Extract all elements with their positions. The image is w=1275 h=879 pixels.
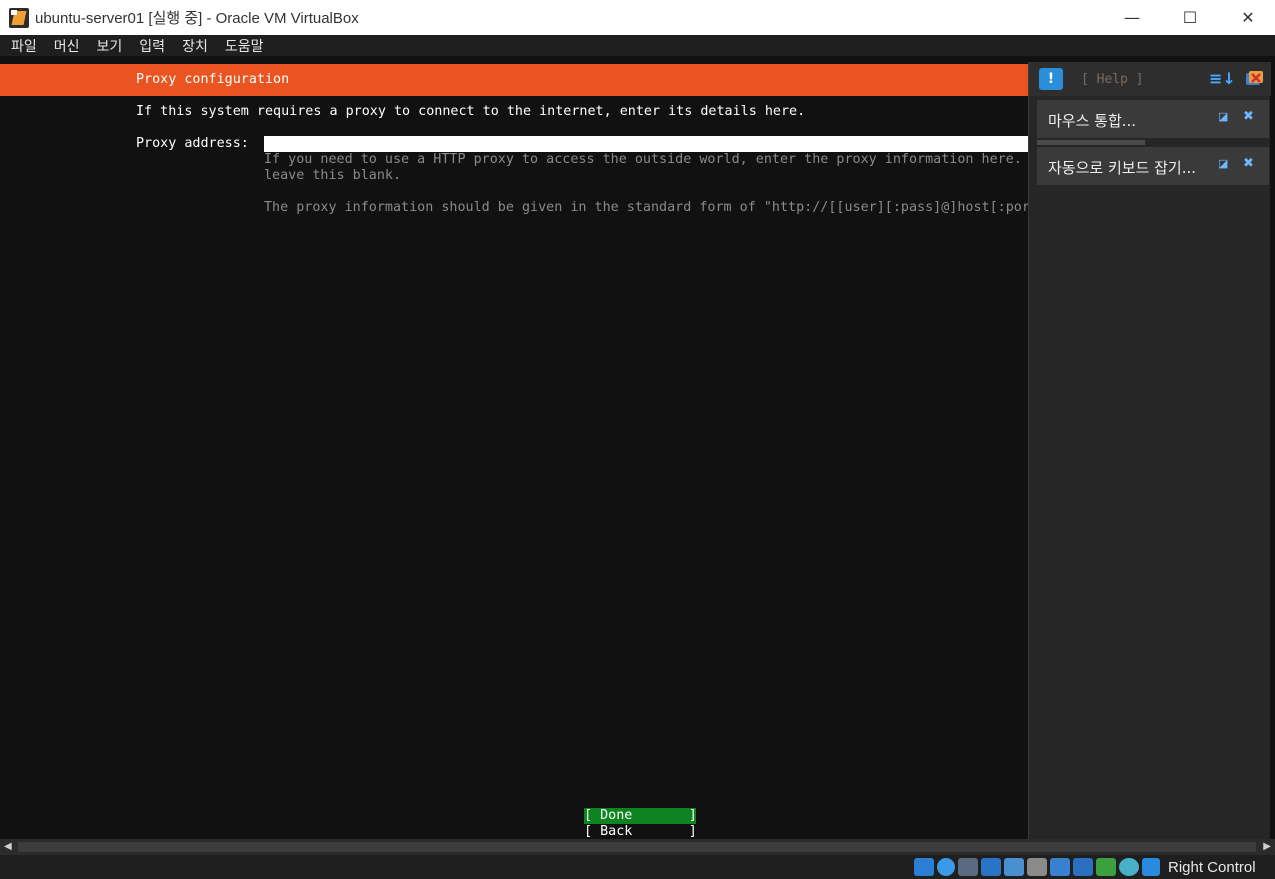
panel-help-label: [ Help ]: [1081, 72, 1144, 87]
done-button[interactable]: [ Done ]: [584, 808, 697, 824]
close-icon: ✕: [1241, 8, 1255, 27]
optical-icon[interactable]: [937, 858, 955, 876]
clear-all-icon[interactable]: [1243, 68, 1265, 90]
host-key-label: Right Control: [1168, 859, 1256, 876]
window-title: ubuntu-server01 [실행 중] - Oracle VM Virtu…: [35, 10, 359, 27]
pin-icon[interactable]: ◪: [1218, 157, 1228, 170]
recording-icon[interactable]: [1073, 858, 1093, 876]
keyboard-capture-icon[interactable]: [1142, 858, 1160, 876]
close-button[interactable]: ✕: [1219, 0, 1275, 35]
mouse-integration-icon[interactable]: [1119, 858, 1139, 876]
notification-text: 마우스 통합...: [1048, 112, 1137, 130]
proxy-help-line-1: If you need to use a HTTP proxy to acces…: [264, 152, 1038, 167]
menu-view[interactable]: 보기: [97, 36, 123, 56]
close-notification-icon[interactable]: ✖: [1243, 156, 1254, 171]
menu-machine[interactable]: 머신: [54, 36, 80, 56]
menu-help[interactable]: 도움말: [225, 36, 264, 56]
menu-devices[interactable]: 장치: [182, 36, 208, 56]
sort-order-icon[interactable]: ≡↓: [1209, 69, 1236, 88]
audio-icon[interactable]: [958, 858, 978, 876]
notification-toggle-icon[interactable]: !: [1039, 68, 1063, 90]
notification-keyboard-capture[interactable]: 자동으로 키보드 잡기... ◪ ✖: [1037, 147, 1269, 185]
pin-icon[interactable]: ◪: [1218, 110, 1228, 123]
proxy-help-line-2: leave this blank.: [264, 168, 402, 183]
usb-icon[interactable]: [1004, 858, 1024, 876]
proxy-help-text: If you need to use a HTTP proxy to acces…: [264, 152, 1038, 184]
installer-title: Proxy configuration: [136, 72, 290, 87]
scrollbar-thumb[interactable]: [18, 842, 1256, 852]
maximize-icon: ☐: [1182, 8, 1198, 27]
proxy-address-label: Proxy address:: [136, 136, 249, 151]
display-icon[interactable]: [1050, 858, 1070, 876]
minimize-button[interactable]: —: [1103, 0, 1161, 35]
notification-center: ! [ Help ] ≡↓ 마우스 통합... ◪ ✖ 자동으로 키보드 잡기.…: [1028, 62, 1271, 852]
close-notification-icon[interactable]: ✖: [1243, 109, 1254, 124]
cpu-icon[interactable]: [1096, 858, 1116, 876]
scroll-right-icon[interactable]: ▶: [1263, 841, 1271, 852]
shared-folder-icon[interactable]: [1027, 858, 1047, 876]
status-bar: Right Control: [0, 855, 1275, 879]
proxy-format-text: The proxy information should be given in…: [264, 200, 1071, 215]
horizontal-scrollbar[interactable]: ◀ ▶: [0, 839, 1275, 855]
back-button[interactable]: [ Back ]: [584, 824, 697, 840]
window-titlebar: ubuntu-server01 [실행 중] - Oracle VM Virtu…: [0, 0, 1275, 35]
notification-panel-header: ! [ Help ] ≡↓: [1029, 62, 1271, 96]
hdd-icon[interactable]: [914, 858, 934, 876]
menu-bar: 파일 머신 보기 입력 장치 도움말: [0, 35, 1275, 56]
menu-input[interactable]: 입력: [139, 36, 165, 56]
minimize-icon: —: [1124, 8, 1140, 27]
maximize-button[interactable]: ☐: [1161, 0, 1219, 35]
virtualbox-logo-icon: [9, 7, 29, 28]
network-icon[interactable]: [981, 858, 1001, 876]
notification-text: 자동으로 키보드 잡기...: [1048, 159, 1197, 177]
notification-progress: [1037, 140, 1145, 145]
scroll-left-icon[interactable]: ◀: [4, 841, 12, 852]
proxy-address-input[interactable]: [264, 136, 1034, 152]
notification-mouse-integration[interactable]: 마우스 통합... ◪ ✖: [1037, 100, 1269, 138]
menu-file[interactable]: 파일: [11, 36, 37, 56]
installer-intro-text: If this system requires a proxy to conne…: [136, 104, 806, 119]
